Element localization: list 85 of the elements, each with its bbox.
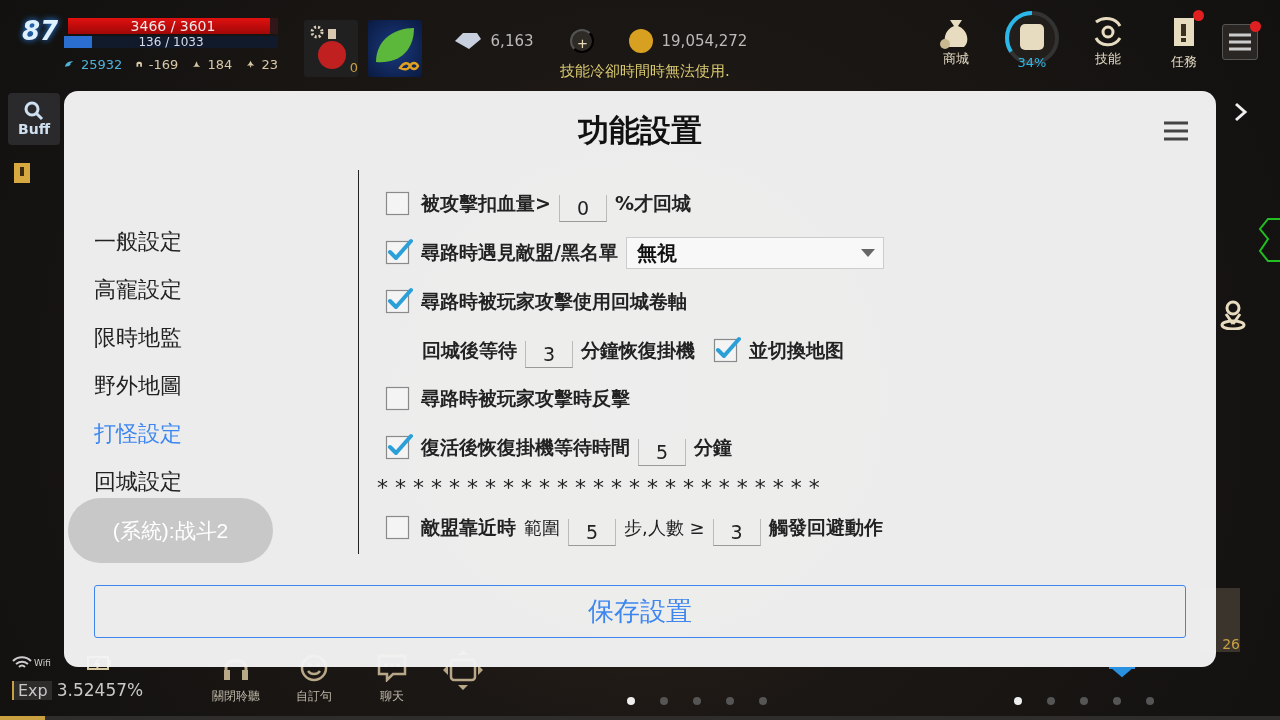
- page-dot[interactable]: [1146, 697, 1154, 705]
- option-label: 被攻擊扣血量>: [421, 191, 551, 217]
- menu-item[interactable]: 技能: [1070, 14, 1146, 71]
- menu-label: 商城: [943, 50, 969, 68]
- menu-label: 任務: [1171, 53, 1197, 71]
- add-button[interactable]: +: [569, 29, 594, 53]
- cross-outline-icon: [1258, 217, 1280, 263]
- map-pin-icon[interactable]: [1220, 298, 1246, 330]
- search-icon: [24, 101, 44, 121]
- page-dot[interactable]: [660, 697, 668, 705]
- stat-value: 23: [261, 56, 278, 72]
- option-label: 復活後恢復掛機等待時間: [421, 435, 630, 461]
- menu-icon[interactable]: [1164, 121, 1188, 141]
- number-field[interactable]: 3: [712, 518, 761, 546]
- sidebar-item[interactable]: 限時地監: [94, 325, 182, 351]
- action-label: 聊天: [380, 688, 404, 705]
- caret-icon: [860, 249, 875, 258]
- option-label: 分鐘恢復掛機: [581, 337, 695, 363]
- option-label: 尋路時遇見敵盟/黑名單: [421, 240, 618, 266]
- item-count: 0: [349, 60, 358, 75]
- option-label: 回城後等待: [422, 337, 517, 363]
- option-label: 分鐘: [694, 435, 732, 461]
- leaf-slot[interactable]: [368, 20, 422, 77]
- potion-slot[interactable]: 0: [304, 20, 358, 77]
- menu-item[interactable]: 商城: [918, 14, 994, 71]
- number-field[interactable]: 0: [558, 194, 607, 222]
- item-count: 26: [1222, 636, 1240, 652]
- page-dot[interactable]: [759, 697, 767, 705]
- option-label: 尋路時被玩家攻擊時反擊: [421, 386, 630, 412]
- status-message: 技能冷卻時間時無法使用.: [560, 62, 730, 81]
- stat-value: 184: [207, 56, 233, 72]
- page-dot[interactable]: [1014, 697, 1022, 705]
- page-dot[interactable]: [1080, 697, 1088, 705]
- exp-label: Exp: [12, 680, 52, 700]
- diamond-count: 6,163: [490, 32, 534, 50]
- menu-button[interactable]: [1222, 24, 1258, 60]
- number-field[interactable]: 5: [568, 518, 616, 546]
- page-dot[interactable]: [1047, 697, 1055, 705]
- page-dot[interactable]: [693, 697, 701, 705]
- page-dot[interactable]: [726, 697, 734, 705]
- sidebar-item[interactable]: 一般設定: [94, 229, 182, 255]
- menu-item[interactable]: 任務: [1146, 14, 1222, 71]
- dropdown[interactable]: 無視: [625, 237, 884, 270]
- capacity-ring: [1004, 10, 1060, 66]
- exp-value: 3.52457%: [56, 680, 144, 700]
- option-label: 尋路時被玩家攻擊使用回城卷軸: [421, 288, 687, 314]
- coin-count: 19,054,272: [661, 32, 748, 50]
- number-field[interactable]: 5: [638, 438, 686, 466]
- checkbox[interactable]: [713, 334, 741, 363]
- option-label: 範圍: [524, 516, 560, 541]
- checkbox[interactable]: [385, 237, 413, 266]
- sidebar-item[interactable]: 野外地圖: [94, 373, 182, 399]
- wifi-label: Wifi: [34, 658, 51, 668]
- page-dot[interactable]: [1113, 697, 1121, 705]
- chevron-down-icon[interactable]: [1107, 666, 1137, 678]
- level-number: 87: [22, 16, 60, 46]
- menu-label: 技能: [1095, 50, 1121, 68]
- page-dot[interactable]: [627, 697, 635, 705]
- action-label: 關閉聆聽: [212, 688, 260, 705]
- coin-icon: [627, 28, 654, 54]
- menu-icon: [1229, 33, 1251, 51]
- option-label: 觸發回避動作: [768, 515, 883, 541]
- stat-value: -169: [148, 56, 179, 72]
- option-label: %才回城: [614, 191, 691, 217]
- buff-button[interactable]: Buff: [8, 93, 60, 145]
- action-item[interactable]: 關閉聆聽: [207, 654, 265, 716]
- separator-text: * * * * * * * * * * * * * * * * * * * * * * * * *: [377, 474, 820, 500]
- checkbox[interactable]: [385, 432, 413, 461]
- option-label: 並切換地图: [749, 337, 844, 363]
- capacity-label: 34%: [1016, 55, 1048, 70]
- dialog-title: 功能設置: [578, 110, 702, 150]
- option-label: 敵盟靠近時: [421, 515, 516, 541]
- bag-button[interactable]: 34%: [994, 14, 1070, 71]
- action-label: 自訂句: [296, 688, 332, 705]
- option-label: 步,人數 ≥: [624, 516, 705, 541]
- chevron-right-icon[interactable]: [1234, 102, 1248, 122]
- mana-text: 136 / 1033: [137, 36, 205, 48]
- checkbox[interactable]: [385, 285, 413, 314]
- health-text: 3466 / 3601: [129, 18, 217, 34]
- sidebar-item[interactable]: 回城設定: [94, 469, 182, 495]
- number-field[interactable]: 3: [525, 341, 573, 369]
- stat-value: 25932: [81, 56, 123, 72]
- sidebar-item[interactable]: 高寵設定: [94, 277, 182, 303]
- wifi-icon: [12, 656, 32, 670]
- scroll-icon[interactable]: [12, 162, 32, 184]
